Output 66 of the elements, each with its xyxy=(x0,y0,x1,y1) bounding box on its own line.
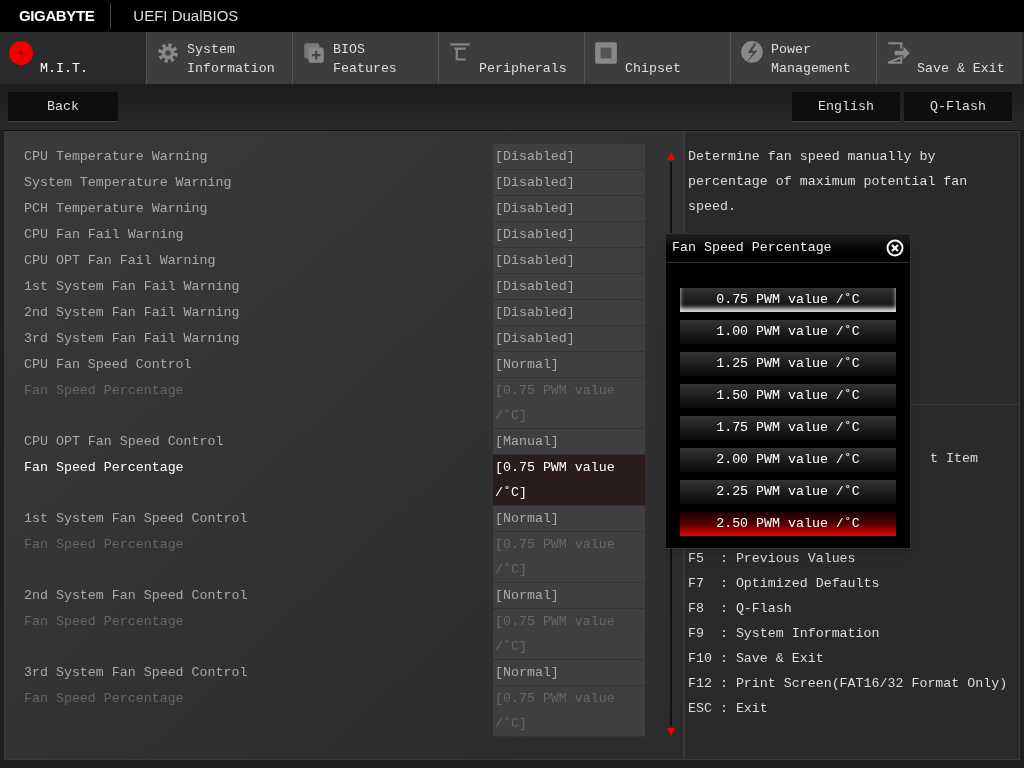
menu-tab[interactable]: BIOS Features xyxy=(292,32,438,84)
hotkey-hint: F10 : Save & Exit xyxy=(688,651,824,666)
setting-label[interactable]: CPU OPT Fan Fail Warning xyxy=(5,248,493,274)
setting-label[interactable]: CPU Fan Speed Control xyxy=(5,352,493,378)
option-item[interactable]: 1.00 PWM value /˚C xyxy=(680,320,896,344)
toolbar-button[interactable]: English xyxy=(792,92,900,122)
setting-label[interactable]: Fan Speed Percentage xyxy=(5,455,493,506)
toolbar-button[interactable]: Q-Flash xyxy=(904,92,1012,122)
setting-label[interactable]: CPU Temperature Warning xyxy=(5,144,493,170)
hotkey-hint: F5 : Previous Values xyxy=(688,551,856,566)
setting-value[interactable]: [Disabled] xyxy=(493,274,645,300)
setting-value[interactable]: [Disabled] xyxy=(493,248,645,274)
setting-value[interactable]: [Disabled] xyxy=(493,144,645,170)
bolt-icon xyxy=(739,40,765,66)
setting-value[interactable]: [Disabled] xyxy=(493,326,645,352)
setting-label[interactable]: CPU OPT Fan Speed Control xyxy=(5,429,493,455)
app-title: UEFI DualBIOS xyxy=(133,5,239,26)
setting-value[interactable]: [Manual] xyxy=(493,429,645,455)
setting-value[interactable]: [Disabled] xyxy=(493,196,645,222)
setting-label[interactable]: 1st System Fan Speed Control xyxy=(5,506,493,532)
setting-value[interactable]: [0.75 PWM value /˚C] xyxy=(493,455,645,506)
option-item[interactable]: 2.25 PWM value /˚C xyxy=(680,480,896,504)
option-item[interactable]: 1.25 PWM value /˚C xyxy=(680,352,896,376)
menu-tab[interactable]: Peripherals xyxy=(438,32,584,84)
setting-label[interactable]: 1st System Fan Fail Warning xyxy=(5,274,493,300)
setting-label[interactable]: 3rd System Fan Fail Warning xyxy=(5,326,493,352)
hotkey-hint: F12 : Print Screen(FAT16/32 Format Only) xyxy=(688,676,1008,691)
hotkey-hint: F8 : Q-Flash xyxy=(688,601,792,616)
setting-label[interactable]: 2nd System Fan Speed Control xyxy=(5,583,493,609)
hotkey-hint: F7 : Optimized Defaults xyxy=(688,576,880,591)
menu-tab[interactable]: System Information xyxy=(146,32,292,84)
popup-title: Fan Speed Percentage xyxy=(672,239,832,258)
menu-tab[interactable]: Chipset xyxy=(584,32,730,84)
chip-icon xyxy=(593,40,619,66)
option-item[interactable]: 1.75 PWM value /˚C xyxy=(680,416,896,440)
setting-label[interactable]: PCH Temperature Warning xyxy=(5,196,493,222)
hotkey-hint: F9 : System Information xyxy=(688,626,880,641)
option-item[interactable]: 0.75 PWM value /˚C xyxy=(680,288,896,312)
close-icon[interactable] xyxy=(886,239,904,257)
option-item[interactable]: 1.50 PWM value /˚C xyxy=(680,384,896,408)
exit-icon xyxy=(885,40,911,66)
setting-label[interactable]: System Temperature Warning xyxy=(5,170,493,196)
menu-tab[interactable]: Power Management xyxy=(730,32,876,84)
setting-label[interactable]: 2nd System Fan Fail Warning xyxy=(5,300,493,326)
option-item[interactable]: 2.00 PWM value /˚C xyxy=(680,448,896,472)
setting-value[interactable]: [Disabled] xyxy=(493,222,645,248)
scroll-up-icon[interactable] xyxy=(667,152,675,160)
setting-value[interactable]: [Normal] xyxy=(493,506,645,532)
setting-value[interactable]: [Normal] xyxy=(493,660,645,686)
hotkey-hint: ESC : Exit xyxy=(688,701,768,716)
scroll-down-icon[interactable] xyxy=(667,728,675,736)
back-button[interactable]: Back xyxy=(8,92,118,122)
chip-icon xyxy=(301,40,327,66)
help-description: Determine fan speed manually by percentage of maximum potential fan speed. xyxy=(688,148,969,216)
option-item[interactable]: 2.50 PWM value /˚C xyxy=(680,512,896,536)
setting-value[interactable]: [Disabled] xyxy=(493,170,645,196)
setting-value[interactable]: [Normal] xyxy=(493,352,645,378)
setting-label[interactable]: CPU Fan Fail Warning xyxy=(5,222,493,248)
hotkey-hint: t Item xyxy=(930,451,978,466)
disc-icon xyxy=(8,40,34,66)
menu-tab[interactable]: Save & Exit xyxy=(876,32,1022,84)
setting-value[interactable]: [Normal] xyxy=(493,583,645,609)
brand-logo: GIGABYTE xyxy=(19,5,95,26)
setting-value[interactable]: [Disabled] xyxy=(493,300,645,326)
setting-label[interactable]: 3rd System Fan Speed Control xyxy=(5,660,493,686)
gear-icon xyxy=(155,40,181,66)
